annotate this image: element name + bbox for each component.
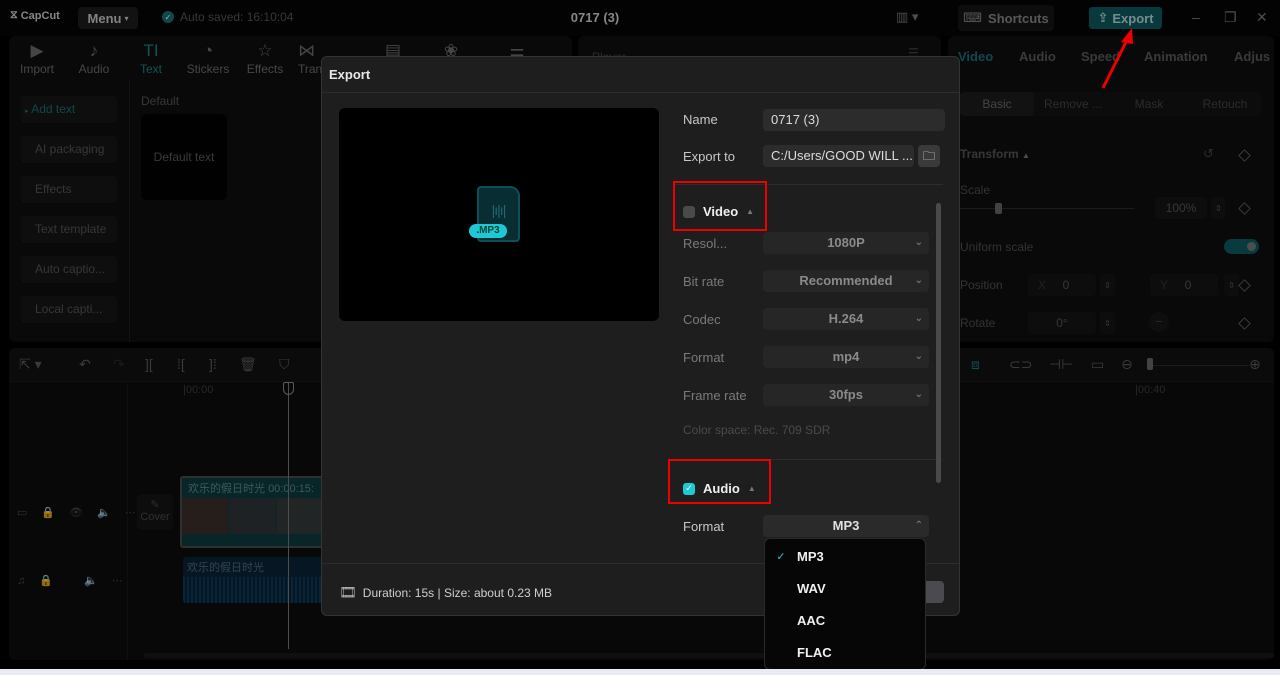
bitrate-label: Bit rate (683, 274, 725, 289)
dropdown-option-wav[interactable]: WAV (765, 572, 925, 604)
folder-icon[interactable]: 🗀 (918, 145, 940, 167)
export-preview: |ı|ı| .MP3 (339, 108, 659, 321)
check-icon: ✓ (776, 550, 786, 563)
taskbar-edge (0, 669, 1280, 675)
color-space-info: Color space: Rec. 709 SDR (683, 423, 831, 437)
chevron-down-icon: ⌄ (914, 275, 923, 286)
dropdown-option-mp3[interactable]: ✓ MP3 (765, 540, 925, 572)
video-format-select[interactable]: mp4 ⌄ (763, 346, 929, 368)
dropdown-option-flac[interactable]: FLAC (765, 636, 925, 668)
dropdown-option-aac[interactable]: AAC (765, 604, 925, 636)
bitrate-select[interactable]: Recommended ⌄ (763, 270, 929, 292)
name-input[interactable]: 0717 (3) (763, 109, 945, 131)
chevron-up-icon: ⌃ (914, 520, 923, 531)
framerate-select[interactable]: 30fps ⌄ (763, 384, 929, 406)
audio-format-label: Format (683, 519, 725, 534)
chevron-down-icon: ⌄ (914, 313, 923, 324)
video-format-label: Format (683, 350, 725, 365)
codec-label: Codec (683, 312, 721, 327)
export-summary: 🎞 Duration: 15s | Size: about 0.23 MB (339, 584, 553, 600)
film-icon: 🎞 (339, 584, 357, 600)
codec-select[interactable]: H.264 ⌄ (763, 308, 929, 330)
annotation-highlight-video (673, 181, 767, 231)
export-path-input[interactable]: C:/Users/GOOD WILL ... (763, 145, 914, 167)
framerate-label: Frame rate (683, 388, 747, 403)
format-dropdown: ✓ MP3 WAV AAC FLAC (764, 538, 926, 670)
chevron-down-icon: ⌄ (914, 351, 923, 362)
resolution-label: Resol... (683, 236, 728, 251)
dialog-title: Export (329, 67, 371, 82)
export-dialog: Export |ı|ı| .MP3 Name 0717 (3) Export t… (321, 56, 960, 616)
chevron-down-icon: ⌄ (914, 237, 923, 248)
chevron-down-icon: ⌄ (914, 389, 923, 400)
dialog-scrollbar[interactable] (936, 203, 941, 483)
audio-format-select[interactable]: MP3 ⌃ (763, 515, 929, 537)
format-badge: .MP3 (469, 224, 507, 238)
divider (322, 92, 959, 93)
resolution-select[interactable]: 1080P ⌄ (763, 232, 929, 254)
waveform-icon: |ı|ı| (491, 202, 507, 218)
name-label: Name (683, 112, 718, 127)
export-to-label: Export to (683, 149, 736, 164)
annotation-highlight-audio (668, 459, 771, 504)
